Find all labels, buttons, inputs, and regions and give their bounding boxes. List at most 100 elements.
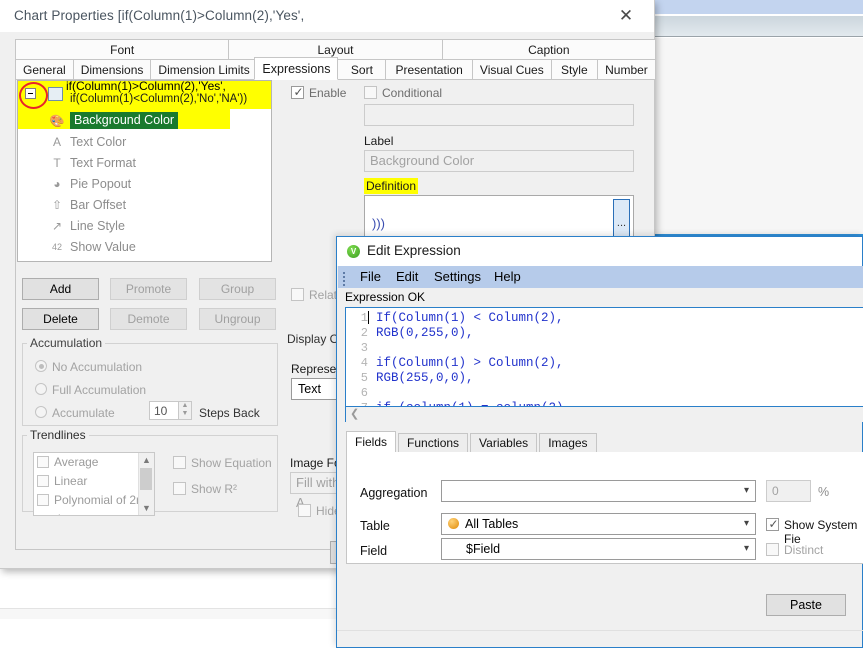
code-line: 5 RGB(255,0,0), (346, 371, 863, 386)
label-input[interactable]: Background Color (364, 150, 634, 172)
pie-popout-icon: ◕ (53, 176, 61, 191)
field-label: Field (360, 544, 388, 558)
tab-dimension-limits[interactable]: Dimension Limits (150, 59, 256, 80)
show-equation-checkbox[interactable]: Show Equation (173, 456, 272, 470)
list-item[interactable]: Linear (34, 472, 154, 491)
chart-properties-title: Chart Properties [if(Column(1)>Column(2)… (14, 8, 305, 23)
expressions-tree[interactable]: if(Column(1)>Column(2),'Yes', if(Column(… (17, 80, 272, 262)
promote-button[interactable]: Promote (110, 278, 187, 300)
tree-item-text-color[interactable]: A Text Color (18, 131, 271, 152)
tree-item-line-style[interactable]: ↗ Line Style (18, 215, 271, 236)
delete-button[interactable]: Delete (22, 308, 99, 330)
field-combo[interactable]: $Field ▾ (441, 538, 756, 560)
group-button[interactable]: Group (199, 278, 276, 300)
tree-root-row[interactable]: if(Column(1)>Column(2),'Yes', if(Column(… (18, 81, 271, 109)
chevron-down-icon[interactable]: ▾ (744, 514, 749, 534)
tree-item-text-format[interactable]: T Text Format (18, 152, 271, 173)
conditional-checkbox[interactable]: Conditional (364, 86, 442, 100)
steps-back-spinner[interactable]: ▲ ▼ (179, 401, 192, 420)
steps-back-input[interactable]: 10 (149, 401, 179, 420)
tab-expressions[interactable]: Expressions (254, 57, 339, 80)
tab-sort[interactable]: Sort (337, 59, 387, 80)
add-button[interactable]: Add (22, 278, 99, 300)
list-item[interactable]: Average (34, 453, 154, 472)
tab-presentation[interactable]: Presentation (385, 59, 473, 80)
table-bullet-icon (448, 518, 459, 529)
aggregation-combo[interactable]: ▾ (441, 480, 756, 502)
field-value: $Field (466, 542, 501, 556)
paste-button[interactable]: Paste (766, 594, 846, 616)
chart-object-icon (48, 87, 63, 101)
bar-offset-icon: ⇧ (51, 197, 63, 212)
radio-accumulate[interactable]: Accumulate (35, 406, 115, 420)
menu-help[interactable]: Help (494, 269, 521, 284)
tab-variables[interactable]: Variables (470, 433, 538, 453)
definition-caption: Definition (364, 178, 419, 194)
accumulation-legend: Accumulation (30, 336, 103, 350)
background-window-ribbon (652, 16, 863, 37)
tab-number[interactable]: Number (596, 59, 656, 80)
qlikview-app-icon: V (347, 245, 360, 258)
radio-full-accumulation[interactable]: Full Accumulation (35, 383, 146, 397)
open-expression-editor-button[interactable]: ... (613, 199, 630, 237)
table-value: All Tables (465, 517, 519, 531)
show-r2-checkbox[interactable]: Show R² (173, 482, 237, 496)
tab-general[interactable]: General (15, 59, 74, 80)
menu-settings[interactable]: Settings (434, 269, 481, 284)
tree-item-background-color[interactable]: 🎨 Background Color (18, 110, 271, 131)
list-item[interactable]: Polynomial of 2nd d (34, 491, 154, 515)
spinner-down-icon[interactable]: ▼ (179, 410, 191, 418)
ungroup-button[interactable]: Ungroup (199, 308, 276, 330)
definition-field[interactable]: ))) ... (364, 195, 634, 241)
edit-expression-tabs: Fields Functions Variables Images (346, 431, 863, 453)
tree-item-pie-popout[interactable]: ◕ Pie Popout (18, 173, 271, 194)
line-number: 2 (360, 326, 368, 340)
tree-item-label: Bar Offset (70, 197, 127, 212)
chevron-down-icon[interactable]: ▾ (744, 481, 749, 501)
tab-caption[interactable]: Caption (441, 39, 656, 60)
tab-dimensions[interactable]: Dimensions (72, 59, 152, 80)
code-horizontal-scrollbar[interactable]: ❮ (345, 407, 863, 422)
tree-item-bar-offset[interactable]: ⇧ Bar Offset (18, 194, 271, 215)
code-text: If(Column(1) < Column(2), (376, 311, 564, 325)
scrollbar-thumb[interactable] (140, 468, 152, 490)
tab-font[interactable]: Font (15, 39, 230, 60)
tab-style[interactable]: Style (550, 59, 598, 80)
expander-collapse-icon[interactable] (25, 88, 36, 99)
spinner-up-icon[interactable]: ▲ (179, 402, 191, 410)
menubar-grip-icon[interactable] (343, 270, 347, 286)
tab-images[interactable]: Images (539, 433, 597, 453)
distinct-checkbox[interactable]: Distinct (766, 543, 823, 557)
background-window-titlebar (652, 0, 863, 14)
conditional-input[interactable] (364, 104, 634, 126)
line-number: 1 (360, 311, 368, 325)
code-line: 4 if(Column(1) > Column(2), (346, 356, 863, 371)
trendlines-scrollbar[interactable]: ▲ ▼ (138, 453, 154, 515)
tab-visual-cues[interactable]: Visual Cues (471, 59, 552, 80)
show-system-fields-checkbox[interactable]: Show System Fie (766, 517, 863, 546)
tree-item-label: Show Value (70, 239, 136, 254)
scroll-down-icon[interactable]: ▼ (139, 501, 154, 515)
close-icon[interactable]: ✕ (608, 5, 644, 27)
expression-status-text: Expression OK (338, 288, 863, 307)
demote-button[interactable]: Demote (110, 308, 187, 330)
background-window-canvas (655, 38, 863, 236)
tab-fields[interactable]: Fields (346, 431, 397, 453)
expression-code-editor[interactable]: 1 If(Column(1) < Column(2), 2 RGB(0,255,0)… (345, 307, 863, 407)
menu-edit[interactable]: Edit (396, 269, 418, 284)
scroll-left-icon[interactable]: ❮ (350, 407, 359, 421)
edit-expression-bottom-divider (337, 630, 863, 631)
scroll-up-icon[interactable]: ▲ (139, 453, 154, 467)
radio-no-accumulation[interactable]: No Accumulation (35, 360, 142, 374)
menu-file[interactable]: File (360, 269, 381, 284)
table-combo[interactable]: All Tables ▾ (441, 513, 756, 535)
label-caption: Label (364, 134, 394, 148)
chevron-down-icon[interactable]: ▾ (744, 539, 749, 559)
tab-functions[interactable]: Functions (398, 433, 469, 453)
percent-input[interactable]: 0 (766, 480, 811, 502)
code-line: 3 (346, 341, 863, 356)
tree-item-label: Text Format (70, 155, 136, 170)
enable-checkbox[interactable]: Enable (291, 85, 346, 100)
tree-item-show-value[interactable]: 42 Show Value (18, 236, 271, 257)
trendlines-listbox[interactable]: Average Linear Polynomial of 2nd d ▲ ▼ (33, 452, 155, 516)
